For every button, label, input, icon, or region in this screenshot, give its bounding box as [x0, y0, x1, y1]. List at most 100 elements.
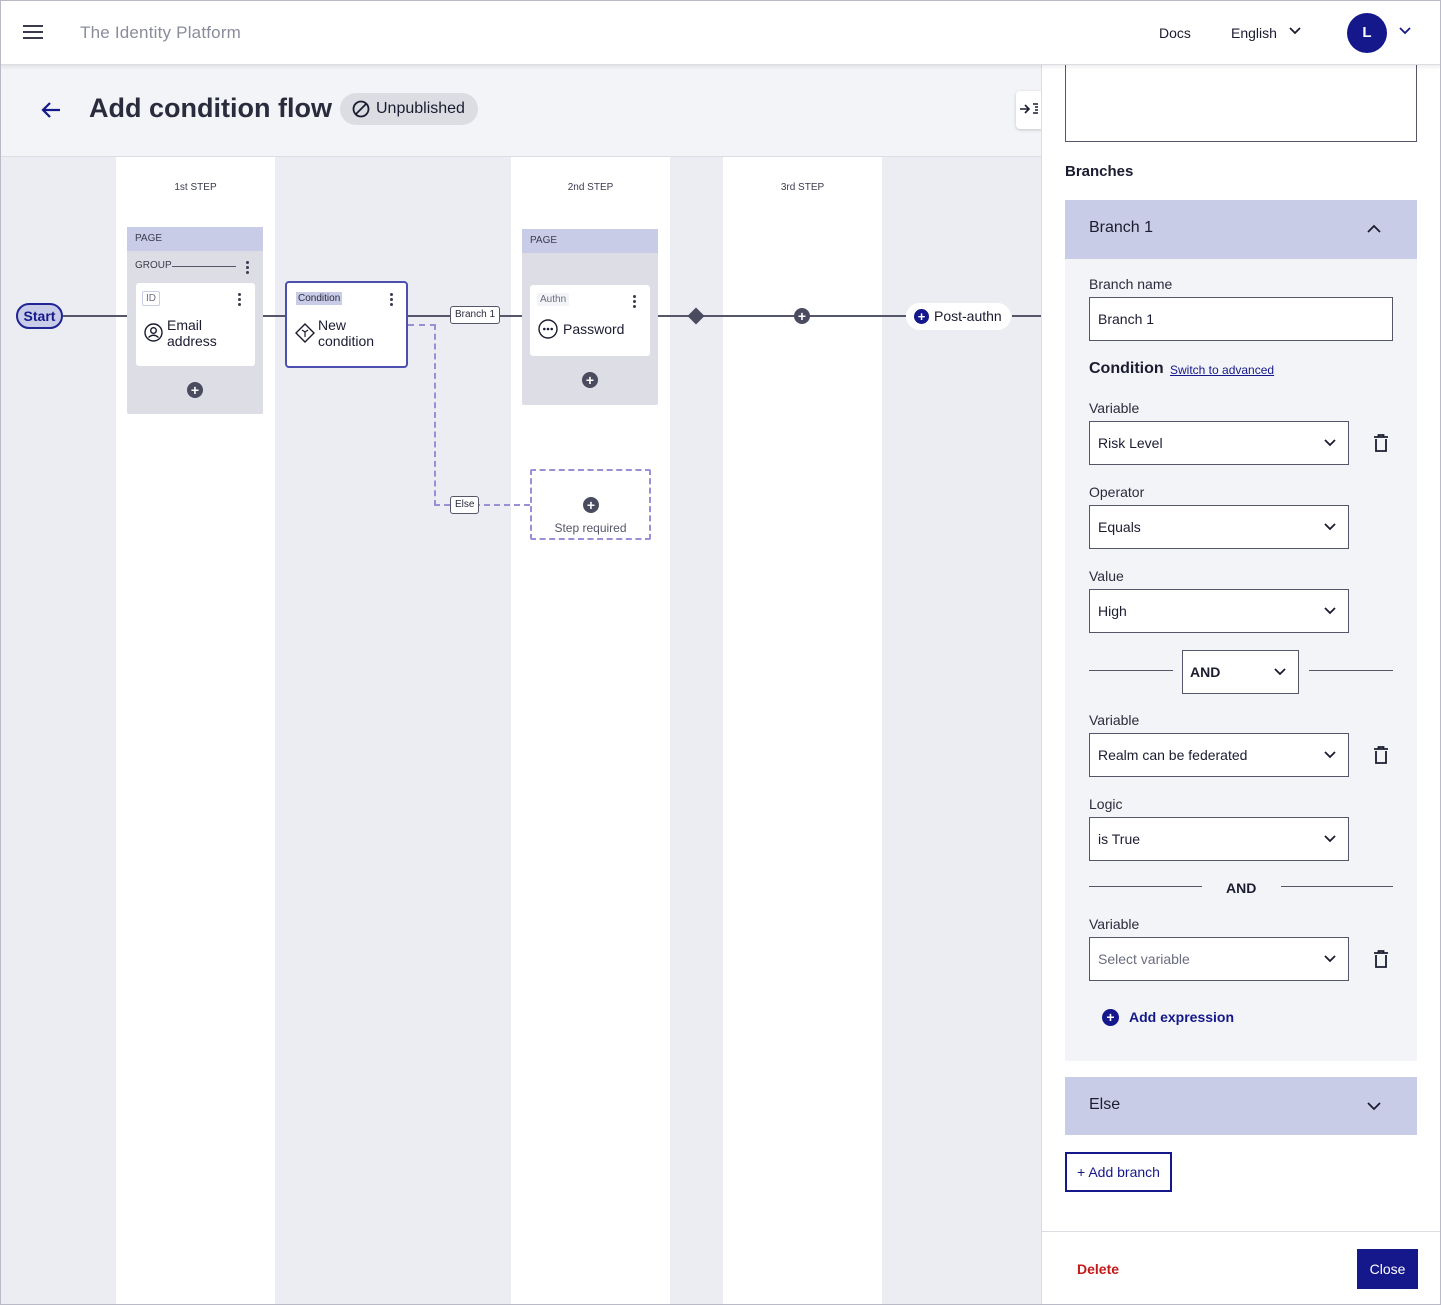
- hamburger-menu-icon[interactable]: [23, 25, 43, 41]
- more-options-icon[interactable]: [633, 295, 636, 310]
- node-tag: Authn: [537, 293, 570, 306]
- page-header: Add condition flow Unpublished: [0, 65, 1042, 157]
- add-step-icon[interactable]: +: [794, 308, 810, 324]
- close-button[interactable]: Close: [1357, 1249, 1418, 1289]
- chevron-down-icon[interactable]: [1289, 27, 1301, 35]
- trash-icon[interactable]: [1373, 745, 1389, 765]
- node-label-line2: address: [167, 333, 217, 349]
- trash-icon[interactable]: [1373, 433, 1389, 453]
- variable-value: Risk Level: [1098, 435, 1163, 451]
- delete-button[interactable]: Delete: [1077, 1261, 1119, 1277]
- add-step-icon[interactable]: +: [583, 497, 599, 513]
- node-label: Password: [563, 321, 625, 337]
- chevron-down-icon[interactable]: [1399, 27, 1411, 35]
- avatar[interactable]: L: [1347, 13, 1387, 53]
- step-column-3: [723, 157, 882, 1305]
- app-title: The Identity Platform: [80, 23, 242, 42]
- logical-operator-select[interactable]: AND: [1182, 650, 1299, 694]
- chevron-down-icon: [1324, 523, 1336, 531]
- node-label-line1: New: [318, 317, 347, 333]
- variable-label: Variable: [1089, 400, 1140, 416]
- variable-label: Variable: [1089, 712, 1140, 728]
- logic-label: Logic: [1089, 796, 1123, 812]
- variable-label: Variable: [1089, 916, 1140, 932]
- chevron-down-icon: [1324, 955, 1336, 963]
- operator-select[interactable]: Equals: [1089, 505, 1349, 549]
- language-selector[interactable]: English: [1231, 25, 1277, 41]
- connector-line: [63, 315, 127, 317]
- description-textarea[interactable]: [1065, 63, 1417, 142]
- more-options-icon[interactable]: [238, 293, 241, 308]
- operator-label: Operator: [1089, 484, 1145, 500]
- collapse-right-icon: [1020, 103, 1038, 114]
- condition-title: Condition: [1089, 360, 1164, 377]
- connector-line: [263, 315, 285, 317]
- post-authn-label: Post-authn: [934, 308, 1002, 324]
- divider: [1309, 670, 1393, 671]
- add-expression-label: Add expression: [1129, 1009, 1235, 1025]
- chevron-down-icon: [1324, 751, 1336, 759]
- variable-placeholder: Select variable: [1098, 951, 1190, 967]
- value-select[interactable]: High: [1089, 589, 1349, 633]
- chevron-down-icon: [1367, 1102, 1381, 1111]
- more-options-icon[interactable]: [390, 293, 393, 308]
- status-label: Unpublished: [376, 100, 465, 117]
- more-options-icon[interactable]: [246, 261, 249, 276]
- node-label-line1: Email: [167, 317, 203, 333]
- page-label: PAGE: [522, 229, 658, 253]
- chevron-down-icon: [1274, 668, 1286, 676]
- variable-select[interactable]: Realm can be federated: [1089, 733, 1349, 777]
- add-node-icon[interactable]: +: [582, 372, 598, 388]
- add-branch-button[interactable]: + Add branch: [1065, 1152, 1172, 1192]
- condition-node-card[interactable]: Condition New condition: [285, 281, 408, 368]
- variable-value: Realm can be federated: [1098, 747, 1248, 763]
- step-required-placeholder[interactable]: + Step required: [530, 469, 651, 540]
- node-tag: ID: [142, 291, 160, 306]
- collapse-panel-button[interactable]: [1016, 91, 1042, 129]
- chevron-down-icon: [1324, 607, 1336, 615]
- node-label-line2: condition: [318, 333, 375, 349]
- logic-select[interactable]: is True: [1089, 817, 1349, 861]
- switch-to-advanced-link[interactable]: Switch to advanced: [1170, 363, 1274, 377]
- branch-1-body: Branch name Branch 1 Condition Switch to…: [1065, 259, 1417, 1061]
- group-divider: [172, 266, 236, 267]
- page-title: Add condition flow: [89, 93, 332, 123]
- chevron-down-icon: [1324, 439, 1336, 447]
- group-label: GROUP: [135, 260, 172, 271]
- page-label: PAGE: [127, 227, 263, 251]
- accordion-title: Branch 1: [1089, 219, 1154, 236]
- trash-icon[interactable]: [1373, 949, 1389, 969]
- logical-operator-value: AND: [1190, 664, 1221, 680]
- value-value: High: [1098, 603, 1127, 619]
- operator-value: Equals: [1098, 519, 1141, 535]
- panel-footer: Delete Close: [1042, 1231, 1441, 1305]
- accordion-title: Else: [1089, 1096, 1121, 1113]
- docs-link[interactable]: Docs: [1159, 25, 1191, 41]
- post-authn-node[interactable]: + Post-authn: [906, 303, 1011, 330]
- password-icon: [538, 319, 558, 339]
- branch-name-label: Branch name: [1089, 276, 1173, 292]
- step-required-label: Step required: [554, 521, 627, 535]
- else-label[interactable]: Else: [450, 496, 480, 514]
- branch-label[interactable]: Branch 1: [450, 306, 501, 324]
- add-icon: +: [914, 309, 929, 324]
- variable-select[interactable]: Select variable: [1089, 937, 1349, 981]
- divider: [1089, 670, 1173, 671]
- step-label: 1st STEP: [174, 182, 217, 193]
- branches-title: Branches: [1065, 163, 1134, 180]
- step-label: 2nd STEP: [567, 182, 614, 193]
- junction-diamond-icon: [687, 307, 705, 325]
- add-node-icon[interactable]: +: [187, 382, 203, 398]
- divider: [1281, 886, 1393, 887]
- top-bar: The Identity Platform Docs English L: [0, 0, 1441, 65]
- branch-name-input[interactable]: Branch 1: [1089, 297, 1393, 341]
- start-node[interactable]: Start: [16, 303, 63, 329]
- back-arrow-icon[interactable]: [40, 101, 62, 119]
- branch-1-accordion-header[interactable]: Branch 1: [1065, 200, 1417, 259]
- divider: [1089, 886, 1202, 887]
- variable-select[interactable]: Risk Level: [1089, 421, 1349, 465]
- else-connector: [434, 504, 530, 506]
- side-panel: Branches Branch 1 Branch name Branch 1 C…: [1041, 63, 1441, 1305]
- else-accordion-header[interactable]: Else: [1065, 1077, 1417, 1135]
- unpublished-icon: [352, 100, 370, 118]
